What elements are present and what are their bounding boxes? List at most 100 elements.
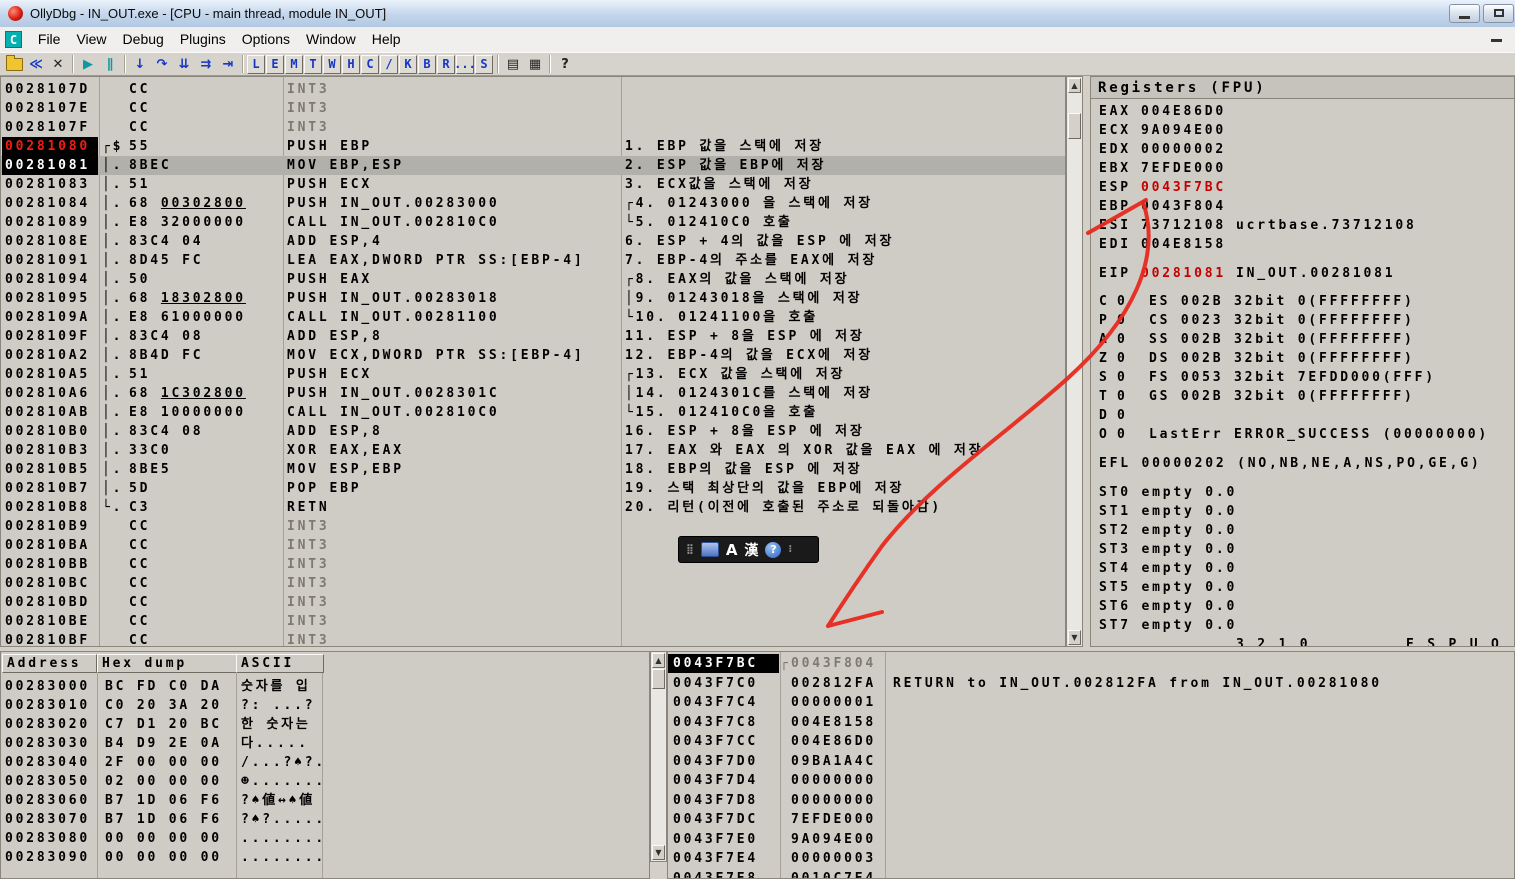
stack-row[interactable]: 0043F7DC 7EFDE000: [668, 810, 1514, 829]
register-row[interactable]: ESP 0043F7BC: [1091, 178, 1514, 197]
open-file-button[interactable]: [3, 54, 25, 74]
stack-row[interactable]: 0043F7E0 9A094E00: [668, 830, 1514, 849]
disasm-row[interactable]: 0028107E CC INT3: [1, 99, 1065, 118]
scroll-up-button[interactable]: ▲: [652, 653, 665, 668]
flag-row[interactable]: O 0 LastErr ERROR_SUCCESS (00000000): [1091, 425, 1514, 444]
stack-row[interactable]: 0043F7CC 004E86D0: [668, 732, 1514, 751]
dump-row[interactable]: 00283040 2F 00 00 00 /...?♠?.: [1, 753, 649, 772]
disasm-row[interactable]: 00281095 │. 68 18302800 PUSH IN_OUT.0028301…: [1, 289, 1065, 308]
flag-row[interactable]: Z 0 DS 002B 32bit 0(FFFFFFFF): [1091, 349, 1514, 368]
disasm-row[interactable]: 002810AB │. E8 10000000 CALL IN_OUT.002810C…: [1, 403, 1065, 422]
disasm-row[interactable]: 002810BE CC INT3: [1, 612, 1065, 631]
scroll-up-button[interactable]: ▲: [1068, 78, 1081, 93]
restart-button[interactable]: ≪: [25, 54, 47, 74]
disasm-row[interactable]: 002810BC CC INT3: [1, 574, 1065, 593]
fpu-row[interactable]: ST1 empty 0.0: [1091, 502, 1514, 521]
flag-row[interactable]: P 0 CS 0023 32bit 0(FFFFFFFF): [1091, 311, 1514, 330]
stack-row[interactable]: 0043F7BC ┌ 0043F804: [668, 654, 1514, 673]
patches-window-button[interactable]: /: [380, 54, 398, 74]
run-trace-button[interactable]: ...: [454, 54, 476, 74]
stack-row[interactable]: 0043F7E8 0010C7E4: [668, 869, 1514, 879]
menu-item-options[interactable]: Options: [234, 27, 298, 52]
disasm-row[interactable]: 00281094 │. 50 PUSH EAX ┌8. EAX의 값을 스택에 저장: [1, 270, 1065, 289]
menu-item-debug[interactable]: Debug: [115, 27, 172, 52]
disasm-row[interactable]: 0028109F │. 83C4 08 ADD ESP,8 11. ESP + 8을 E…: [1, 327, 1065, 346]
run-button[interactable]: ▶: [77, 54, 99, 74]
scroll-down-button[interactable]: ▼: [652, 845, 665, 860]
disasm-row[interactable]: 002810A5 │. 51 PUSH ECX ┌13. ECX 값을 스택에 저장: [1, 365, 1065, 384]
register-row[interactable]: EBP 0043F804: [1091, 197, 1514, 216]
fpu-row[interactable]: ST5 empty 0.0: [1091, 578, 1514, 597]
register-row[interactable]: EBX 7EFDE000: [1091, 159, 1514, 178]
ime-hanja-button[interactable]: 漢: [744, 540, 758, 560]
ime-toolbar[interactable]: ⣿ A 漢 ? ⁝: [678, 536, 819, 563]
cpu-window-button[interactable]: C: [361, 54, 379, 74]
disasm-row[interactable]: 002810B0 │. 83C4 08 ADD ESP,8 16. ESP + 8을 E…: [1, 422, 1065, 441]
disasm-row[interactable]: 002810A2 │. 8B4D FC MOV ECX,DWORD PTR SS:[E…: [1, 346, 1065, 365]
disasm-row[interactable]: 00281083 │. 51 PUSH ECX 3. ECX값을 스택에 저장: [1, 175, 1065, 194]
execute-till-return-button[interactable]: ⇥: [217, 54, 239, 74]
fpu-row[interactable]: ST0 empty 0.0: [1091, 483, 1514, 502]
disasm-row[interactable]: 002810B9 CC INT3: [1, 517, 1065, 536]
disasm-row[interactable]: 002810B3 │. 33C0 XOR EAX,EAX 17. EAX 와 EAX 의…: [1, 441, 1065, 460]
register-row[interactable]: ESI 73712108 ucrtbase.73712108: [1091, 216, 1514, 235]
ime-help-button[interactable]: ?: [765, 541, 782, 558]
dump-scrollbar[interactable]: ▲ ▼: [650, 651, 667, 862]
step-into-button[interactable]: ↓: [129, 54, 151, 74]
register-row[interactable]: EDI 004E8158: [1091, 235, 1514, 254]
disasm-row[interactable]: 00281091 │. 8D45 FC LEA EAX,DWORD PTR SS:[E…: [1, 251, 1065, 270]
dump-row[interactable]: 00283070 B7 1D 06 F6 ?♠?.....: [1, 810, 649, 829]
stack-row[interactable]: 0043F7E4 00000003: [668, 849, 1514, 868]
scroll-down-button[interactable]: ▼: [1068, 630, 1081, 645]
dump-row[interactable]: 00283010 C0 20 3A 20 ?: ...?: [1, 696, 649, 715]
stack-row[interactable]: 0043F7D0 09BA1A4C: [668, 752, 1514, 771]
flag-row[interactable]: A 0 SS 002B 32bit 0(FFFFFFFF): [1091, 330, 1514, 349]
menu-item-plugins[interactable]: Plugins: [172, 27, 234, 52]
windows-list-button[interactable]: ▤: [502, 54, 524, 74]
disasm-row[interactable]: 002810A6 │. 68 1C302800 PUSH IN_OUT.0028301…: [1, 384, 1065, 403]
stack-row[interactable]: 0043F7C0 002812FA RETURN to IN_OUT.002812F…: [668, 674, 1514, 693]
windows-window-button[interactable]: W: [323, 54, 341, 74]
ime-keyboard-icon[interactable]: [700, 542, 719, 557]
flag-row[interactable]: D0: [1091, 406, 1514, 425]
flag-row[interactable]: S 0 FS 0053 32bit 7EFDD000(FFF): [1091, 368, 1514, 387]
register-row[interactable]: EDX 00000002: [1091, 140, 1514, 159]
scroll-thumb[interactable]: [1068, 113, 1081, 139]
eip-row[interactable]: EIP 00281081 IN_OUT.00281081: [1091, 264, 1514, 283]
threads-window-button[interactable]: T: [304, 54, 322, 74]
minimize-button[interactable]: [1449, 4, 1480, 23]
dump-row[interactable]: 00283050 02 00 00 00 ☻.......: [1, 772, 649, 791]
stack-row[interactable]: 0043F7D8 00000000: [668, 791, 1514, 810]
disasm-row[interactable]: 002810B5 │. 8BE5 MOV ESP,EBP 18. EBP의 값을 ESP…: [1, 460, 1065, 479]
fpu-row[interactable]: ST3 empty 0.0: [1091, 540, 1514, 559]
mdi-minimize-button[interactable]: [1485, 30, 1507, 48]
handles-window-button[interactable]: H: [342, 54, 360, 74]
disasm-row[interactable]: 0028107F CC INT3: [1, 118, 1065, 137]
efl-row[interactable]: EFL 00000202 (NO,NB,NE,A,NS,PO,GE,G): [1091, 454, 1514, 473]
menu-item-file[interactable]: File: [30, 27, 69, 52]
dump-row[interactable]: 00283000 BC FD C0 DA 숫자를 입: [1, 677, 649, 696]
breakpoints-window-button[interactable]: B: [418, 54, 436, 74]
flag-row[interactable]: C 0 ES 002B 32bit 0(FFFFFFFF): [1091, 292, 1514, 311]
register-row[interactable]: ECX 9A094E00: [1091, 121, 1514, 140]
log-window-button[interactable]: L: [247, 54, 265, 74]
animate-over-button[interactable]: ⇉: [195, 54, 217, 74]
references-window-button[interactable]: R: [437, 54, 455, 74]
disasm-row[interactable]: 002810B8 └. C3 RETN 20. 리턴(이전에 호출된 주소로 되돌아감): [1, 498, 1065, 517]
dump-row[interactable]: 00283060 B7 1D 06 F6 ?♠値↔♠値: [1, 791, 649, 810]
executables-window-button[interactable]: E: [266, 54, 284, 74]
close-program-button[interactable]: ✕: [47, 54, 69, 74]
help-button[interactable]: ?: [554, 54, 576, 74]
disasm-row[interactable]: 002810BA CC INT3: [1, 536, 1065, 555]
menu-item-help[interactable]: Help: [364, 27, 409, 52]
dump-row[interactable]: 00283020 C7 D1 20 BC 한 숫자는: [1, 715, 649, 734]
ime-language-button[interactable]: A: [726, 541, 738, 559]
dump-row[interactable]: 00283080 00 00 00 00........: [1, 829, 649, 848]
disasm-row[interactable]: 00281084 │. 68 00302800 PUSH IN_OUT.0028300…: [1, 194, 1065, 213]
fpu-row[interactable]: ST4 empty 0.0: [1091, 559, 1514, 578]
ime-grip-right[interactable]: ⁝: [788, 544, 792, 555]
menu-item-view[interactable]: View: [68, 27, 114, 52]
disasm-row[interactable]: 002810B7 │. 5D POP EBP 19. 스택 최상단의 값을 EBP에 저…: [1, 479, 1065, 498]
disasm-row[interactable]: 0028108E │. 83C4 04 ADD ESP,4 6. ESP + 4의 값을…: [1, 232, 1065, 251]
dump-row[interactable]: 00283090 00 00 00 00........: [1, 848, 649, 867]
